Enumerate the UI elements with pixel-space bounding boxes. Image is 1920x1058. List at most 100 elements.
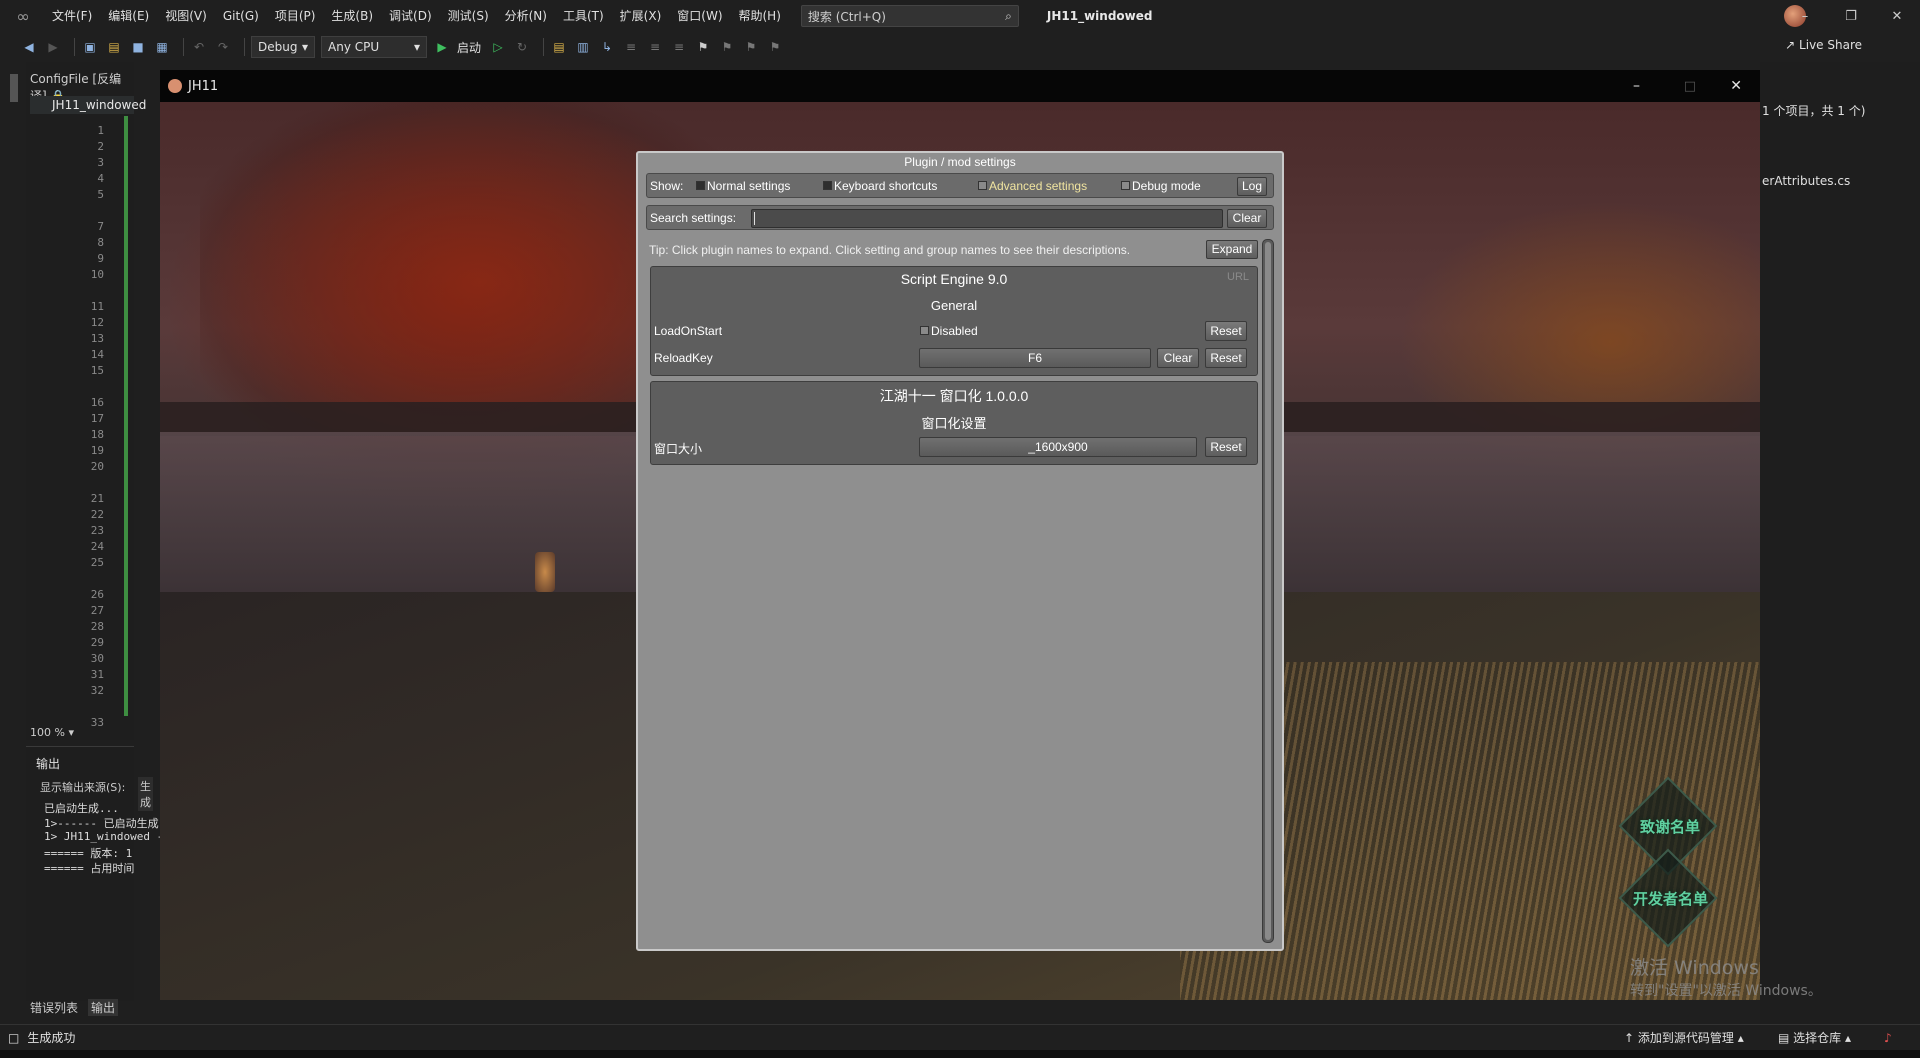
add-to-source-control-button[interactable]: ↑ 添加到源代码管理 ▴ bbox=[1624, 1029, 1744, 1046]
line-number: 8 bbox=[97, 236, 104, 249]
menu-item[interactable]: Git(G) bbox=[215, 0, 267, 32]
search-settings-input[interactable] bbox=[751, 209, 1223, 228]
undo-icon[interactable]: ↶ bbox=[190, 38, 208, 56]
reset-window-size-button[interactable]: Reset bbox=[1205, 437, 1247, 457]
restore-icon[interactable]: ❐ bbox=[1828, 0, 1874, 32]
live-share-label: Live Share bbox=[1799, 38, 1862, 52]
game-maximize-icon[interactable]: □ bbox=[1684, 79, 1696, 94]
next-bookmark-icon[interactable]: ⚑ bbox=[742, 38, 760, 56]
menu-item[interactable]: 视图(V) bbox=[157, 0, 215, 32]
start-icon[interactable]: ▶ bbox=[433, 38, 451, 56]
developers-button[interactable]: 开发者名单 bbox=[1633, 888, 1708, 909]
tab-error-list[interactable]: 错误列表 bbox=[30, 999, 78, 1016]
output-source-dropdown[interactable]: 生成 bbox=[138, 777, 153, 811]
browser-icon[interactable]: ▤ bbox=[550, 38, 568, 56]
tab-output[interactable]: 输出 bbox=[88, 999, 119, 1016]
minimize-icon[interactable]: – bbox=[1782, 0, 1828, 32]
select-repository-button[interactable]: ▤ 选择仓库 ▴ bbox=[1778, 1029, 1851, 1046]
log-button[interactable]: Log bbox=[1237, 177, 1267, 196]
setting-name-reloadkey[interactable]: ReloadKey bbox=[654, 351, 713, 365]
zoom-level[interactable]: 100 % ▾ bbox=[30, 726, 74, 739]
clear-bookmarks-icon[interactable]: ⚑ bbox=[766, 38, 784, 56]
prev-bookmark-icon[interactable]: ⚑ bbox=[718, 38, 736, 56]
filter-normal-settings[interactable]: Normal settings bbox=[696, 179, 790, 193]
search-box[interactable]: 搜索 (Ctrl+Q) ⌕ bbox=[800, 5, 1019, 27]
items-count: 1 个项目，共 1 个) bbox=[1762, 104, 1866, 118]
settings-scrollbar[interactable] bbox=[1262, 239, 1274, 943]
redo-icon[interactable]: ↷ bbox=[214, 38, 232, 56]
config-manager-dialog: Plugin / mod settings Show: Normal setti… bbox=[636, 151, 1284, 951]
platform-dropdown[interactable]: Any CPU ▾ bbox=[321, 36, 427, 58]
setting-name-loadonstart[interactable]: LoadOnStart bbox=[654, 324, 722, 338]
menu-item[interactable]: 分析(N) bbox=[497, 0, 555, 32]
new-project-icon[interactable]: ▣ bbox=[81, 38, 99, 56]
filter-debug-mode[interactable]: Debug mode bbox=[1121, 179, 1201, 193]
line-number: 3 bbox=[97, 156, 104, 169]
menu-item[interactable]: 项目(P) bbox=[267, 0, 324, 32]
loadonstart-toggle[interactable]: Disabled bbox=[920, 324, 978, 338]
start-without-debug-icon[interactable]: ▷ bbox=[489, 38, 507, 56]
server-explorer-icon[interactable] bbox=[10, 74, 18, 102]
filter-advanced-settings[interactable]: Advanced settings bbox=[978, 179, 1087, 193]
comment-icon[interactable]: ≡ bbox=[646, 38, 664, 56]
line-number: 16 bbox=[90, 396, 104, 409]
line-number: 18 bbox=[90, 428, 104, 441]
reloadkey-field[interactable]: F6 bbox=[919, 348, 1151, 368]
game-minimize-icon[interactable]: – bbox=[1633, 78, 1640, 94]
menu-item[interactable]: 窗口(W) bbox=[669, 0, 730, 32]
window-size-dropdown[interactable]: _1600x900 bbox=[919, 437, 1197, 457]
setting-name-window-size[interactable]: 窗口大小 bbox=[654, 440, 702, 457]
group-name-general[interactable]: General bbox=[651, 298, 1257, 313]
settings-scrollbar-thumb[interactable] bbox=[1265, 242, 1271, 940]
vs-title-bar: ∞ 文件(F) 编辑(E) 视图(V) Git(G) 项目(P) 生成(B) 调试(D) 测试… bbox=[0, 0, 1920, 32]
reset-reloadkey-button[interactable]: Reset bbox=[1205, 348, 1247, 368]
menu-item[interactable]: 调试(D) bbox=[381, 0, 440, 32]
configuration-dropdown[interactable]: Debug ▾ bbox=[251, 36, 315, 58]
platform-value: Any CPU bbox=[328, 40, 380, 54]
back-icon[interactable]: ◀ bbox=[20, 38, 38, 56]
menu-item[interactable]: 测试(S) bbox=[440, 0, 497, 32]
group-name-window-settings[interactable]: 窗口化设置 bbox=[651, 413, 1257, 432]
menu-item[interactable]: 生成(B) bbox=[323, 0, 381, 32]
expand-button[interactable]: Expand bbox=[1206, 240, 1258, 259]
line-number: 5 bbox=[97, 188, 104, 201]
game-close-icon[interactable]: ✕ bbox=[1730, 78, 1742, 94]
menu-item[interactable]: 帮助(H) bbox=[731, 0, 789, 32]
doc-tab-configfile[interactable]: ConfigFile [反编译] 🔒 bbox=[30, 70, 134, 103]
save-icon[interactable]: ■ bbox=[129, 38, 147, 56]
live-share-button[interactable]: ↗ Live Share bbox=[1785, 38, 1862, 52]
plugin-name-script-engine[interactable]: Script Engine 9.0 bbox=[651, 271, 1257, 287]
notifications-icon[interactable]: ♪ bbox=[1884, 1031, 1892, 1045]
line-number: 7 bbox=[97, 220, 104, 233]
filter-keyboard-shortcuts[interactable]: Keyboard shortcuts bbox=[823, 179, 937, 193]
change-indicator-bar bbox=[124, 116, 128, 716]
credits-button[interactable]: 致谢名单 bbox=[1640, 816, 1700, 837]
reset-loadonstart-button[interactable]: Reset bbox=[1205, 321, 1247, 341]
plugin-url-link[interactable]: URL bbox=[1227, 271, 1249, 283]
file-row[interactable]: erAttributes.cs bbox=[1760, 169, 1920, 191]
line-number: 24 bbox=[90, 540, 104, 553]
menu-item[interactable]: 编辑(E) bbox=[100, 0, 157, 32]
close-icon[interactable]: ✕ bbox=[1874, 0, 1920, 32]
menu-item[interactable]: 扩展(X) bbox=[612, 0, 670, 32]
hot-reload-icon[interactable]: ↻ bbox=[513, 38, 531, 56]
menu-item[interactable]: 文件(F) bbox=[44, 0, 100, 32]
layout-icon[interactable]: ▥ bbox=[574, 38, 592, 56]
clear-reloadkey-button[interactable]: Clear bbox=[1157, 348, 1199, 368]
start-button-label[interactable]: 启动 bbox=[457, 39, 481, 56]
save-all-icon[interactable]: ▦ bbox=[153, 38, 171, 56]
menu-item[interactable]: 工具(T) bbox=[555, 0, 612, 32]
open-folder-icon[interactable]: ▤ bbox=[105, 38, 123, 56]
output-line: 已启动生成... bbox=[44, 802, 119, 815]
doc-tab-project[interactable]: JH11_windowed bbox=[30, 96, 146, 114]
forward-icon[interactable]: ▶ bbox=[44, 38, 62, 56]
format-icon[interactable]: ≡ bbox=[622, 38, 640, 56]
line-number: 21 bbox=[90, 492, 104, 505]
taskbar-strip bbox=[0, 1050, 1920, 1058]
bookmark-icon[interactable]: ⚑ bbox=[694, 38, 712, 56]
plugin-name-jianghu-windowed[interactable]: 江湖十一 窗口化 1.0.0.0 bbox=[651, 386, 1257, 406]
clear-search-button[interactable]: Clear bbox=[1227, 209, 1267, 228]
toolbar-separator bbox=[74, 38, 75, 56]
uncomment-icon[interactable]: ≡ bbox=[670, 38, 688, 56]
step-icon[interactable]: ↳ bbox=[598, 38, 616, 56]
